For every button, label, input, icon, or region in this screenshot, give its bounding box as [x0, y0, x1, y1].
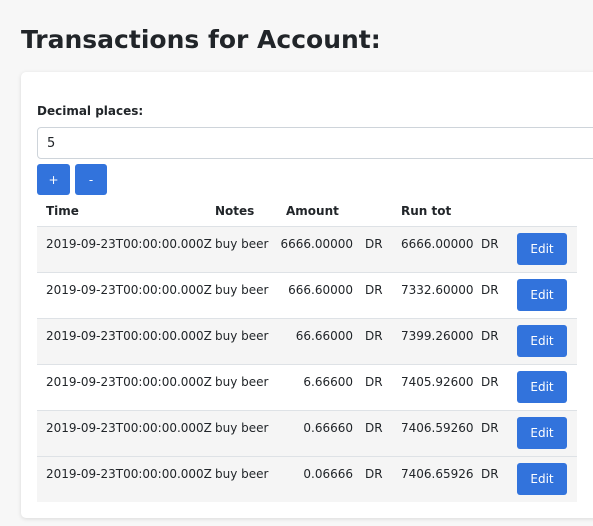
- cell-amount: 6666.00000: [280, 237, 353, 251]
- cell-run-tot-dr: DR: [481, 237, 499, 251]
- cell-amount-dr: DR: [365, 237, 383, 251]
- cell-run-tot-dr: DR: [481, 283, 499, 297]
- cell-run-tot: 7332.60000: [401, 283, 474, 297]
- edit-button[interactable]: Edit: [517, 325, 567, 357]
- cell-amount-dr: DR: [365, 421, 383, 435]
- table-row: 2019-09-23T00:00:00.000Z buy beer 0.0666…: [37, 456, 577, 502]
- cell-run-tot: 7399.26000: [401, 329, 474, 343]
- edit-button[interactable]: Edit: [517, 371, 567, 403]
- cell-notes: buy beer: [215, 283, 269, 297]
- cell-amount: 666.60000: [288, 283, 353, 297]
- edit-button[interactable]: Edit: [517, 417, 567, 449]
- cell-amount: 0.66660: [303, 421, 353, 435]
- page-title: Transactions for Account:: [21, 25, 381, 54]
- cell-amount: 0.06666: [303, 467, 353, 481]
- column-header-amount: Amount: [286, 204, 339, 218]
- edit-button[interactable]: Edit: [517, 233, 567, 265]
- cell-amount: 6.66600: [303, 375, 353, 389]
- increase-decimals-button[interactable]: +: [37, 164, 70, 195]
- cell-amount-dr: DR: [365, 467, 383, 481]
- cell-run-tot-dr: DR: [481, 329, 499, 343]
- table-row: 2019-09-23T00:00:00.000Z buy beer 0.6666…: [37, 410, 577, 456]
- cell-amount-dr: DR: [365, 375, 383, 389]
- decimal-places-label: Decimal places:: [37, 104, 144, 118]
- cell-run-tot: 7405.92600: [401, 375, 474, 389]
- cell-notes: buy beer: [215, 375, 269, 389]
- cell-time: 2019-09-23T00:00:00.000Z: [46, 375, 212, 389]
- cell-run-tot-dr: DR: [481, 467, 499, 481]
- decimal-places-input[interactable]: [37, 127, 593, 159]
- edit-button[interactable]: Edit: [517, 279, 567, 311]
- cell-amount: 66.66000: [295, 329, 353, 343]
- cell-run-tot-dr: DR: [481, 375, 499, 389]
- cell-run-tot-dr: DR: [481, 421, 499, 435]
- column-header-run-tot: Run tot: [401, 204, 452, 218]
- cell-time: 2019-09-23T00:00:00.000Z: [46, 467, 212, 481]
- table-row: 2019-09-23T00:00:00.000Z buy beer 6666.0…: [37, 226, 577, 272]
- cell-amount-dr: DR: [365, 283, 383, 297]
- cell-time: 2019-09-23T00:00:00.000Z: [46, 283, 212, 297]
- cell-time: 2019-09-23T00:00:00.000Z: [46, 237, 212, 251]
- cell-notes: buy beer: [215, 237, 269, 251]
- cell-notes: buy beer: [215, 467, 269, 481]
- column-header-notes: Notes: [215, 204, 255, 218]
- cell-run-tot: 7406.59260: [401, 421, 474, 435]
- cell-run-tot: 6666.00000: [401, 237, 474, 251]
- table-row: 2019-09-23T00:00:00.000Z buy beer 6.6660…: [37, 364, 577, 410]
- edit-button[interactable]: Edit: [517, 463, 567, 495]
- cell-run-tot: 7406.65926: [401, 467, 474, 481]
- cell-time: 2019-09-23T00:00:00.000Z: [46, 421, 212, 435]
- cell-amount-dr: DR: [365, 329, 383, 343]
- cell-notes: buy beer: [215, 421, 269, 435]
- column-header-time: Time: [46, 204, 79, 218]
- decrease-decimals-button[interactable]: -: [75, 164, 107, 195]
- table-row: 2019-09-23T00:00:00.000Z buy beer 666.60…: [37, 272, 577, 318]
- cell-time: 2019-09-23T00:00:00.000Z: [46, 329, 212, 343]
- cell-notes: buy beer: [215, 329, 269, 343]
- table-row: 2019-09-23T00:00:00.000Z buy beer 66.660…: [37, 318, 577, 364]
